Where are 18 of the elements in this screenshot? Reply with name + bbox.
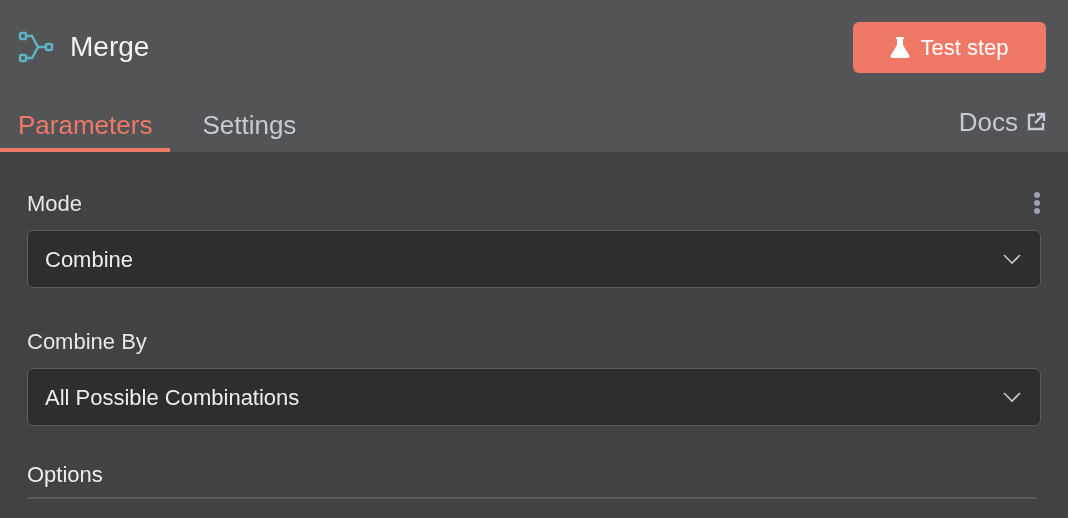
node-title: Merge: [70, 30, 150, 64]
more-options-icon[interactable]: [1033, 191, 1041, 215]
external-link-icon: [1026, 112, 1046, 132]
chevron-down-icon: [1002, 391, 1022, 403]
select-field[interactable]: All Possible Combinations: [27, 368, 1041, 426]
select-value: All Possible Combinations: [45, 383, 300, 412]
section-heading: Options: [27, 458, 1037, 499]
select-field[interactable]: Combine: [27, 230, 1041, 288]
docs-link[interactable]: Docs: [958, 98, 1046, 152]
select-value: Combine: [45, 245, 134, 274]
tab[interactable]: Settings: [184, 98, 315, 152]
field-label: Combine By: [27, 327, 147, 356]
chevron-down-icon: [1002, 253, 1022, 265]
flask-icon: [890, 36, 911, 58]
merge-icon: [18, 31, 54, 63]
field-label: Mode: [27, 189, 83, 218]
tab[interactable]: Parameters: [0, 98, 171, 152]
test-step-button[interactable]: Test step: [853, 21, 1046, 73]
